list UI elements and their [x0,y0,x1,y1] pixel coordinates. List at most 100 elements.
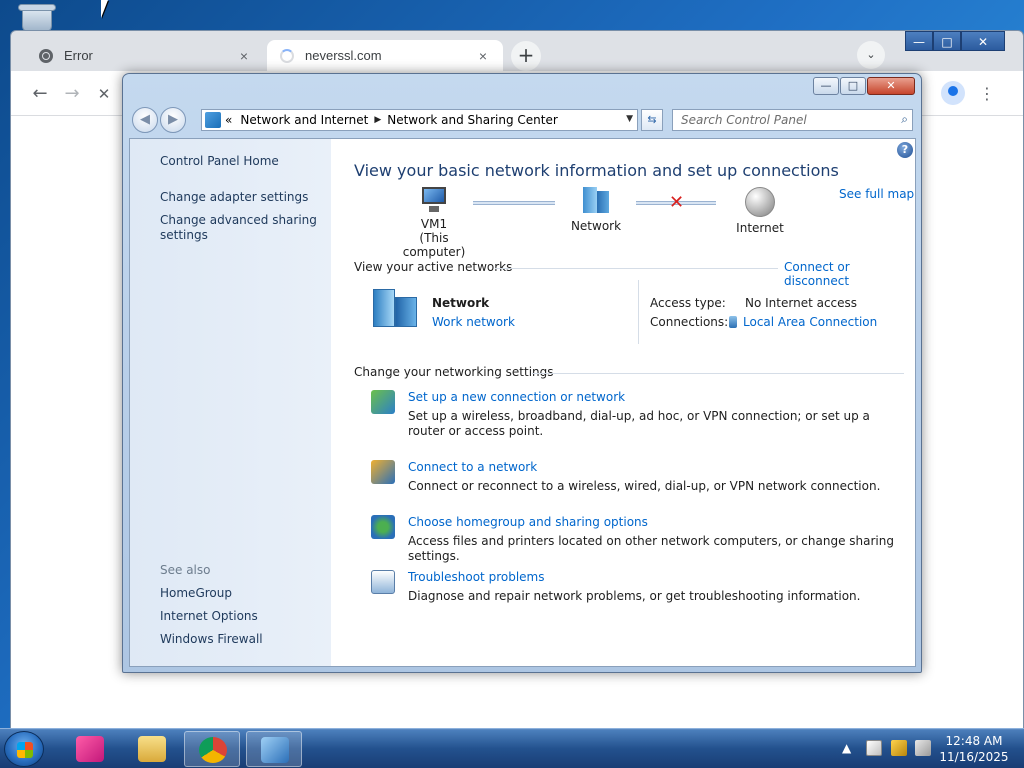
sidebar-item-windows-firewall[interactable]: Windows Firewall [160,632,263,647]
task-title[interactable]: Choose homegroup and sharing options [408,515,648,529]
sidebar-item-advanced-sharing[interactable]: Change advanced sharing settings [160,213,320,243]
see-full-map-link[interactable]: See full map [839,187,914,201]
new-tab-button[interactable]: + [511,41,541,71]
close-tab-button[interactable]: × [475,48,491,64]
network-status-icon[interactable] [891,740,907,756]
task-title[interactable]: Connect to a network [408,460,537,474]
tab-search-button[interactable]: ⌄ [857,41,885,69]
show-hidden-icons-button[interactable]: ▲ [842,741,851,755]
connect-disconnect-link[interactable]: Connect or disconnect [784,260,915,288]
recycle-bin-icon[interactable] [18,0,58,32]
local-area-connection-link[interactable]: Local Area Connection [729,315,877,329]
start-button[interactable] [4,731,44,767]
map-node-computer[interactable]: VM1 (This computer) [389,187,479,259]
tab-label: Error [64,48,93,63]
task-description: Connect or reconnect to a wireless, wire… [408,479,881,493]
sidebar: Control Panel Home Change adapter settin… [130,139,331,666]
task-new-connection[interactable]: Set up a new connection or network Set u… [371,390,891,438]
back-button[interactable]: ← [27,81,53,107]
taskbar-item-control-panel[interactable] [246,731,302,767]
content-area: Control Panel Home Change adapter settin… [129,138,916,667]
control-panel-icon [205,112,221,128]
loading-spinner-icon [279,48,295,64]
sidebar-item-adapter-settings[interactable]: Change adapter settings [160,190,308,205]
divider [638,280,639,344]
back-button[interactable]: ◀ [132,107,158,133]
connection-line [473,201,555,205]
network-icon [581,187,611,215]
taskbar-item-explorer[interactable] [124,731,180,767]
folder-icon [138,736,166,762]
clock-date: 11/16/2025 [939,750,1009,764]
sidebar-item-internet-options[interactable]: Internet Options [160,609,258,624]
tab-label: neverssl.com [305,48,382,63]
task-title[interactable]: Set up a new connection or network [408,390,625,404]
close-window-button[interactable]: ✕ [867,77,915,95]
breadcrumb-sharing-center[interactable]: Network and Sharing Center [387,113,558,127]
change-settings-heading: Change your networking settings [354,365,554,379]
taskbar-item-chrome[interactable] [184,731,240,767]
internet-label: Internet [736,221,784,235]
address-dropdown-icon[interactable]: ▼ [626,114,633,124]
connections-label: Connections: [650,315,729,329]
breadcrumb-separator-icon[interactable]: ▶ [374,115,381,125]
action-center-icon[interactable] [866,740,882,756]
sidebar-item-homegroup[interactable]: HomeGroup [160,586,232,601]
maximize-button[interactable]: □ [840,77,866,95]
internet-globe-icon [745,187,775,217]
broken-connection-icon[interactable]: ✕ [669,194,684,212]
clock-time: 12:48 AM [945,734,1003,748]
map-node-network[interactable]: Network [563,187,629,233]
profile-avatar-icon[interactable] [941,81,965,105]
breadcrumb-overflow[interactable]: « [225,113,232,127]
minimize-button[interactable]: — [905,31,933,51]
map-node-internet[interactable]: Internet [727,187,793,235]
breadcrumb-network-internet[interactable]: Network and Internet [240,113,368,127]
refresh-button[interactable]: ⇆ [641,109,663,131]
minimize-button[interactable]: — [813,77,839,95]
network-label: Network [570,219,622,233]
network-type-link[interactable]: Work network [432,315,515,329]
network-building-icon [373,289,421,329]
forward-button[interactable]: → [59,81,85,107]
task-troubleshoot[interactable]: Troubleshoot problems Diagnose and repai… [371,570,891,604]
navigation-bar: ◀ ▶ « Network and Internet ▶ Network and… [123,104,921,136]
volume-muted-icon[interactable] [915,740,931,756]
divider [532,373,904,374]
system-clock[interactable]: 12:48 AM 11/16/2025 [936,733,1012,765]
close-window-button[interactable]: ✕ [961,31,1005,51]
search-input[interactable]: Search Control Panel ⌕ [672,109,913,131]
task-connect-network[interactable]: Connect to a network Connect or reconnec… [371,460,891,494]
access-type-label: Access type: [650,296,726,310]
control-panel-icon [261,737,289,763]
see-also-heading: See also [160,563,211,577]
sidebar-item-control-panel-home[interactable]: Control Panel Home [160,154,279,169]
forward-button[interactable]: ▶ [160,107,186,133]
browser-menu-button[interactable]: ⋮ [977,81,997,107]
address-bar[interactable]: « Network and Internet ▶ Network and Sha… [201,109,638,131]
mouse-cursor-icon [101,0,115,18]
homegroup-icon [371,515,395,539]
troubleshoot-icon [371,570,395,594]
browser-icon [199,737,227,763]
title-bar[interactable]: — □ ✕ [123,74,921,104]
task-description: Access files and printers located on oth… [408,534,894,563]
help-icon[interactable]: ? [897,142,913,158]
task-title[interactable]: Troubleshoot problems [408,570,544,584]
divider [495,268,778,269]
new-connection-icon [371,390,395,414]
computer-icon [419,187,449,213]
maximize-button[interactable]: □ [933,31,961,51]
taskbar-item-app[interactable] [62,731,118,767]
connection-name: Local Area Connection [743,315,878,329]
stop-loading-button[interactable]: ✕ [91,81,117,107]
tab-neverssl[interactable]: neverssl.com × [267,40,503,71]
search-icon[interactable]: ⌕ [901,112,908,127]
close-tab-button[interactable]: × [236,48,252,64]
network-plug-icon [729,316,737,328]
tab-error[interactable]: Error × [26,40,264,71]
page-title: View your basic network information and … [354,161,839,180]
task-description: Set up a wireless, broadband, dial-up, a… [408,409,870,438]
computer-subtitle: (This computer) [402,231,466,259]
task-homegroup[interactable]: Choose homegroup and sharing options Acc… [371,515,894,563]
